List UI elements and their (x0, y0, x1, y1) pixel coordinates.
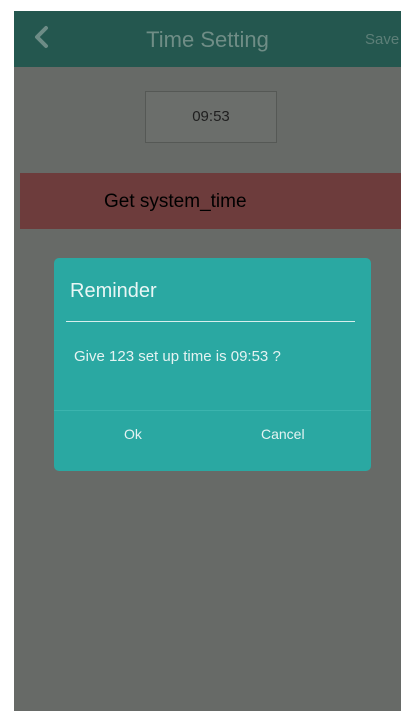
dialog-title: Reminder (70, 280, 157, 302)
reminder-dialog: Reminder Give 123 set up time is 09:53 ?… (54, 258, 371, 471)
save-button[interactable]: Save (365, 11, 401, 67)
time-field[interactable]: 09:53 (145, 91, 277, 143)
ok-button[interactable]: Ok (124, 426, 142, 442)
page-title: Time Setting (146, 27, 269, 52)
header-bar: Time Setting Save (14, 11, 401, 67)
dialog-message: Give 123 set up time is 09:53 ? (74, 348, 281, 365)
cancel-button[interactable]: Cancel (261, 426, 305, 442)
app-screen: Time Setting Save 09:53 Get system_time … (14, 11, 401, 711)
toast-message: Get system_time (20, 173, 401, 229)
dialog-divider (66, 321, 355, 322)
dialog-button-divider (54, 410, 371, 411)
